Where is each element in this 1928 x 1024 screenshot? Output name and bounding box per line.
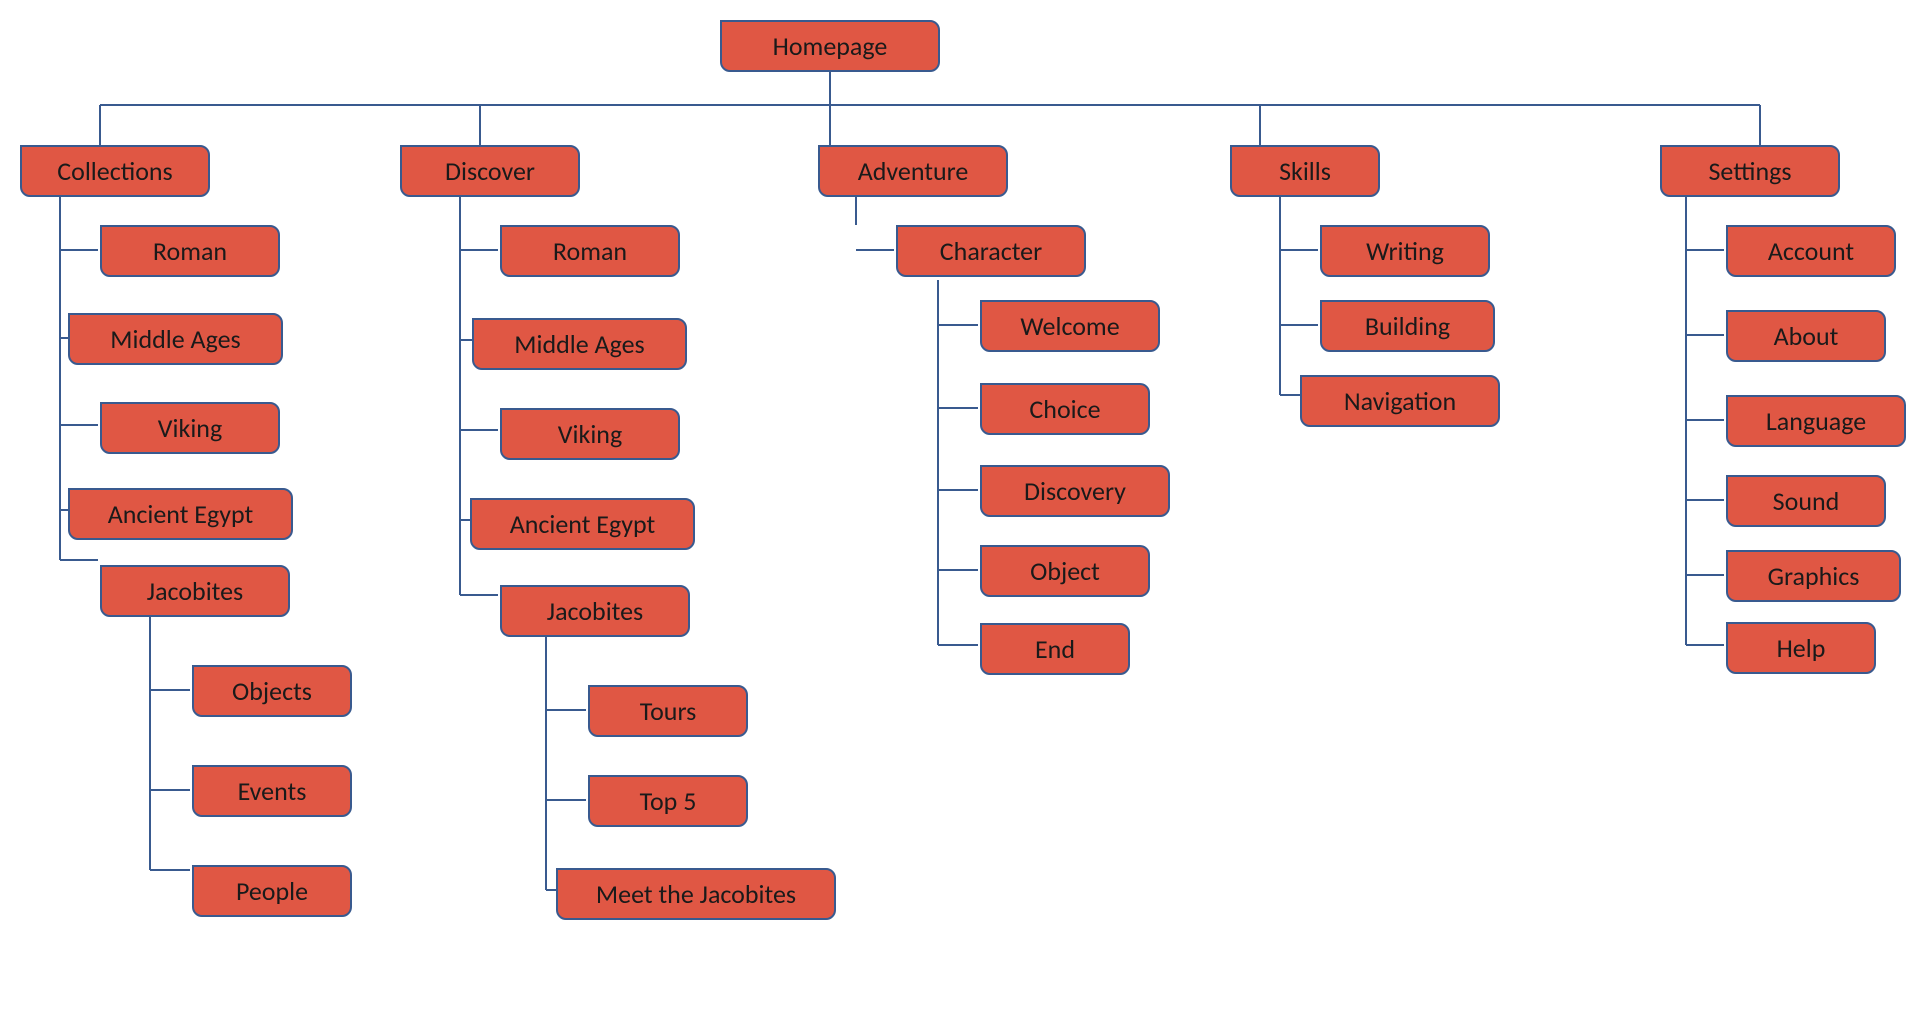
node-character-choice: Choice xyxy=(980,383,1150,435)
node-collections-jacobites-events: Events xyxy=(192,765,352,817)
node-homepage: Homepage xyxy=(720,20,940,72)
node-collections: Collections xyxy=(20,145,210,197)
node-collections-jacobites: Jacobites xyxy=(100,565,290,617)
node-character-object: Object xyxy=(980,545,1150,597)
node-discover-jacobites-tours: Tours xyxy=(588,685,748,737)
node-adventure: Adventure xyxy=(818,145,1008,197)
node-discover-roman: Roman xyxy=(500,225,680,277)
node-settings-account: Account xyxy=(1726,225,1896,277)
node-skills-writing: Writing xyxy=(1320,225,1490,277)
node-discover: Discover xyxy=(400,145,580,197)
node-character-end: End xyxy=(980,623,1130,675)
node-collections-jacobites-objects: Objects xyxy=(192,665,352,717)
node-adventure-character: Character xyxy=(896,225,1086,277)
node-discover-jacobites: Jacobites xyxy=(500,585,690,637)
node-discover-jacobites-meet: Meet the Jacobites xyxy=(556,868,836,920)
node-collections-viking: Viking xyxy=(100,402,280,454)
node-collections-ancient-egypt: Ancient Egypt xyxy=(68,488,293,540)
node-settings: Settings xyxy=(1660,145,1840,197)
node-settings-sound: Sound xyxy=(1726,475,1886,527)
node-character-discovery: Discovery xyxy=(980,465,1170,517)
node-settings-language: Language xyxy=(1726,395,1906,447)
node-character-welcome: Welcome xyxy=(980,300,1160,352)
node-discover-viking: Viking xyxy=(500,408,680,460)
node-discover-ancient-egypt: Ancient Egypt xyxy=(470,498,695,550)
node-discover-jacobites-top5: Top 5 xyxy=(588,775,748,827)
node-settings-help: Help xyxy=(1726,622,1876,674)
node-collections-jacobites-people: People xyxy=(192,865,352,917)
node-discover-middle-ages: Middle Ages xyxy=(472,318,687,370)
node-settings-about: About xyxy=(1726,310,1886,362)
node-skills: Skills xyxy=(1230,145,1380,197)
node-collections-middle-ages: Middle Ages xyxy=(68,313,283,365)
node-collections-roman: Roman xyxy=(100,225,280,277)
node-settings-graphics: Graphics xyxy=(1726,550,1901,602)
node-skills-navigation: Navigation xyxy=(1300,375,1500,427)
node-skills-building: Building xyxy=(1320,300,1495,352)
